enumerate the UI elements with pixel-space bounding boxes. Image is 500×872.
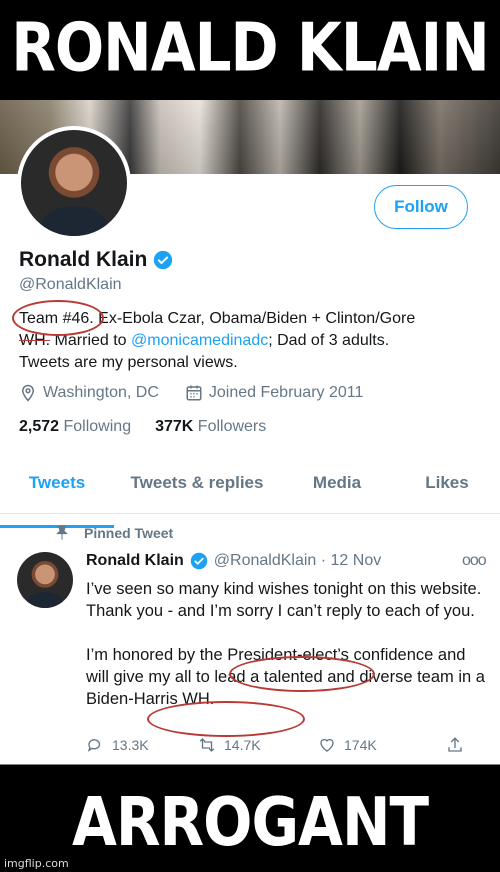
annotation-circle-biden-harris: [147, 701, 305, 737]
tab-tweets-replies[interactable]: Tweets & replies: [114, 468, 280, 513]
location-pin-icon: [21, 384, 35, 402]
meme-bottom-caption: ARROGANT POS: [0, 764, 500, 872]
tweet-handle-date: @RonaldKlain · 12 Nov: [213, 552, 382, 569]
like-count: 174K: [344, 737, 377, 753]
retweet-count: 14.7K: [224, 737, 261, 753]
tweet-actions: 13.3K 14.7K 174K: [86, 736, 486, 754]
annotation-circle-president-elect: [229, 656, 375, 692]
retweet-action[interactable]: 14.7K: [198, 736, 298, 754]
meme-top-caption: RONALD KLAIN: [0, 0, 500, 108]
tweet-author-name[interactable]: Ronald Klain: [86, 552, 184, 570]
following-link[interactable]: 2,572 Following: [19, 418, 131, 436]
pinned-text: Pinned Tweet: [84, 525, 174, 541]
like-action[interactable]: 174K: [318, 736, 418, 754]
tweet-para2-a: I’m honored by the: [86, 646, 228, 664]
bio-text-1: Ex-Ebola Czar, Obama/Biden + Clinton/Gor…: [93, 310, 416, 327]
reply-action[interactable]: 13.3K: [86, 736, 186, 754]
profile-name-text: Ronald Klain: [19, 248, 148, 271]
avatar-photo: [21, 130, 127, 236]
profile-location: Washington, DC: [43, 384, 159, 401]
tab-tweets[interactable]: Tweets: [0, 468, 114, 528]
tweet-header: Ronald Klain @RonaldKlain · 12 Nov: [86, 552, 381, 570]
following-label: Following: [63, 418, 132, 435]
follow-counts: 2,572 Following 377K Followers: [19, 418, 266, 436]
verified-badge-icon: [190, 552, 208, 570]
imgflip-watermark: imgflip.com: [4, 857, 69, 870]
followers-link[interactable]: 377K Followers: [155, 418, 266, 436]
follow-button[interactable]: Follow: [374, 185, 468, 229]
pin-icon: [56, 525, 68, 540]
more-options-icon[interactable]: ooo: [462, 552, 487, 570]
bio-text-2: ; Dad of 3 adults.: [268, 332, 390, 349]
bio-spouse-link[interactable]: @monicamedinadc: [131, 332, 268, 349]
tweet-avatar[interactable]: [17, 552, 73, 608]
tab-media[interactable]: Media: [280, 468, 394, 513]
tab-likes[interactable]: Likes: [394, 468, 500, 513]
reply-icon: [87, 739, 101, 752]
heart-icon: [320, 738, 334, 752]
followers-count: 377K: [155, 418, 194, 435]
profile-meta: Washington, DC Joined February 2011: [19, 384, 363, 402]
reply-count: 13.3K: [112, 737, 149, 753]
twitter-profile-card: Follow Ronald Klain @RonaldKlain Team #4…: [0, 100, 500, 772]
followers-label: Followers: [197, 418, 267, 435]
following-count: 2,572: [19, 418, 60, 435]
profile-avatar[interactable]: [17, 126, 131, 240]
pinned-tweet-label: Pinned Tweet: [54, 525, 173, 541]
calendar-icon: [186, 385, 202, 401]
profile-tabs: Tweets Tweets & replies Media Likes: [0, 468, 500, 528]
tweet-paragraph-1: I’ve seen so many kind wishes tonight on…: [86, 580, 482, 620]
profile-handle: @RonaldKlain: [19, 276, 122, 293]
profile-name: Ronald Klain: [19, 248, 173, 272]
annotation-circle-team: [12, 300, 104, 336]
profile-joined: Joined February 2011: [208, 384, 364, 401]
retweet-icon: [199, 738, 215, 752]
verified-badge-icon: [154, 250, 173, 270]
share-action[interactable]: [446, 736, 466, 754]
bio-text-3: Tweets are my personal views.: [19, 354, 238, 371]
share-icon: [448, 737, 462, 752]
